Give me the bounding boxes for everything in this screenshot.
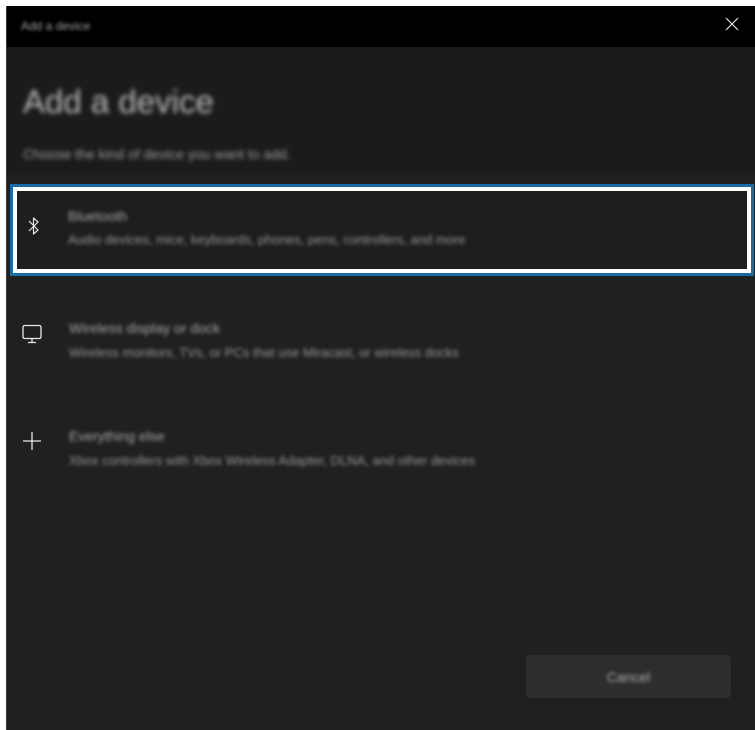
dialog-header: Add a device Choose the kind of device y… — [7, 47, 755, 175]
bluetooth-icon — [23, 215, 45, 237]
page-subtitle: Choose the kind of device you want to ad… — [23, 146, 291, 162]
window-title: Add a device — [21, 19, 91, 33]
option-everything-else-description: Xbox controllers with Xbox Wireless Adap… — [69, 453, 476, 468]
page-title: Add a device — [23, 83, 214, 120]
option-bluetooth[interactable]: Bluetooth Audio devices, mice, keyboards… — [10, 184, 754, 276]
monitor-icon — [21, 323, 43, 345]
option-bluetooth-surface — [17, 191, 747, 269]
plus-icon — [21, 430, 43, 452]
cancel-button-label: Cancel — [606, 668, 651, 685]
add-device-dialog: Add a device Add a device Choose the kin… — [6, 6, 755, 730]
option-wireless-display[interactable]: Wireless display or dock Wireless monito… — [7, 311, 755, 375]
option-bluetooth-name: Bluetooth — [68, 208, 128, 224]
option-everything-else[interactable]: Everything else Xbox controllers with Xb… — [7, 420, 755, 484]
close-button[interactable] — [709, 6, 755, 47]
title-bar: Add a device — [7, 6, 755, 47]
option-wireless-display-description: Wireless monitors, TVs, or PCs that use … — [69, 345, 459, 360]
option-wireless-display-name: Wireless display or dock — [69, 320, 220, 336]
cancel-button[interactable]: Cancel — [526, 655, 731, 698]
option-bluetooth-description: Audio devices, mice, keyboards, phones, … — [68, 232, 466, 247]
option-everything-else-name: Everything else — [69, 428, 165, 444]
close-icon — [725, 17, 739, 36]
